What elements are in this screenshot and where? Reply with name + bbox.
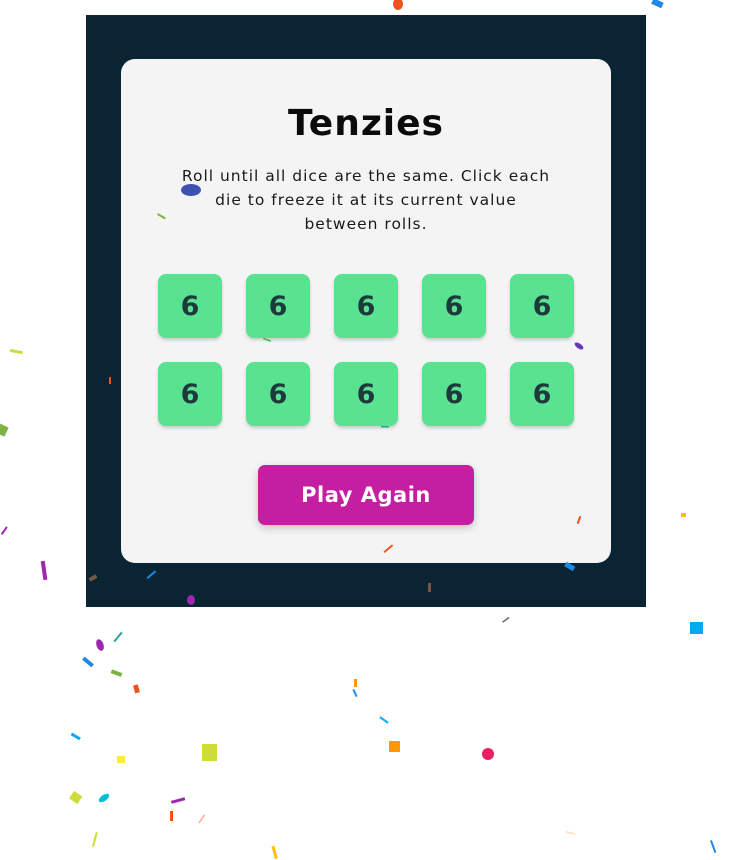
die-value: 6 [444, 378, 464, 410]
die-value: 6 [532, 378, 552, 410]
game-instructions: Roll until all dice are the same. Click … [181, 167, 551, 233]
confetti-piece [110, 669, 123, 677]
die[interactable]: 6 [510, 274, 574, 338]
die-value: 6 [268, 290, 288, 322]
confetti-piece [354, 679, 357, 687]
die-value: 6 [180, 378, 200, 410]
confetti-piece [651, 0, 664, 9]
confetti-piece [202, 744, 217, 761]
confetti-piece [9, 348, 24, 355]
die[interactable]: 6 [422, 274, 486, 338]
die-value: 6 [356, 378, 376, 410]
die[interactable]: 6 [334, 362, 398, 426]
confetti-piece [482, 748, 494, 760]
confetti-piece [0, 526, 8, 535]
confetti-piece [502, 616, 510, 623]
confetti-piece [70, 732, 81, 741]
confetti-piece [690, 622, 703, 634]
confetti-piece [133, 684, 140, 694]
app-stage: Tenzies Roll until all dice are the same… [0, 0, 745, 860]
game-card: Tenzies Roll until all dice are the same… [121, 59, 611, 563]
confetti-piece [91, 831, 98, 847]
confetti-piece [0, 423, 9, 437]
confetti-piece [681, 513, 686, 517]
confetti-piece [566, 830, 576, 835]
die[interactable]: 6 [510, 362, 574, 426]
die[interactable]: 6 [422, 362, 486, 426]
confetti-piece [352, 688, 358, 698]
die-value: 6 [268, 378, 288, 410]
die-value: 6 [356, 290, 376, 322]
die[interactable]: 6 [334, 274, 398, 338]
confetti-piece [170, 797, 186, 804]
game-title: Tenzies [288, 103, 444, 144]
app-frame: Tenzies Roll until all dice are the same… [86, 15, 646, 607]
die[interactable]: 6 [158, 362, 222, 426]
die-value: 6 [532, 290, 552, 322]
die[interactable]: 6 [246, 274, 310, 338]
confetti-piece [170, 811, 173, 821]
die-value: 6 [180, 290, 200, 322]
confetti-piece [82, 656, 94, 668]
confetti-piece [96, 639, 104, 651]
confetti-piece [98, 793, 110, 803]
die[interactable]: 6 [246, 362, 310, 426]
confetti-piece [69, 790, 83, 804]
confetti-piece [113, 631, 123, 643]
confetti-piece [40, 560, 48, 581]
confetti-piece [379, 716, 389, 724]
confetti-piece [393, 0, 403, 10]
confetti-piece [271, 845, 278, 860]
confetti-piece [198, 814, 206, 824]
confetti-piece [389, 741, 400, 752]
die-value: 6 [444, 290, 464, 322]
dice-grid: 6 6 6 6 6 6 6 6 6 6 [158, 274, 574, 426]
play-again-button[interactable]: Play Again [258, 465, 474, 525]
die[interactable]: 6 [158, 274, 222, 338]
confetti-piece [117, 756, 125, 763]
confetti-piece [710, 840, 717, 853]
